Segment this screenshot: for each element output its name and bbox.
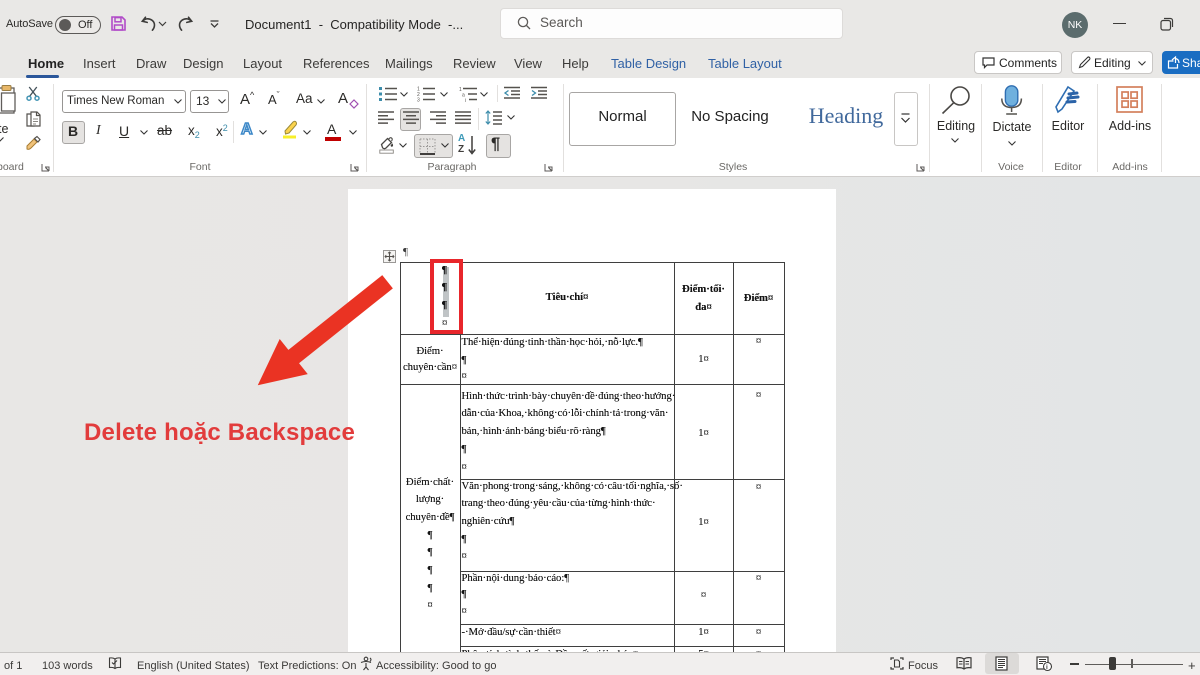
svg-text:i: i (465, 98, 466, 104)
svg-text:3: 3 (417, 98, 420, 104)
svg-text:i: i (1046, 664, 1048, 671)
